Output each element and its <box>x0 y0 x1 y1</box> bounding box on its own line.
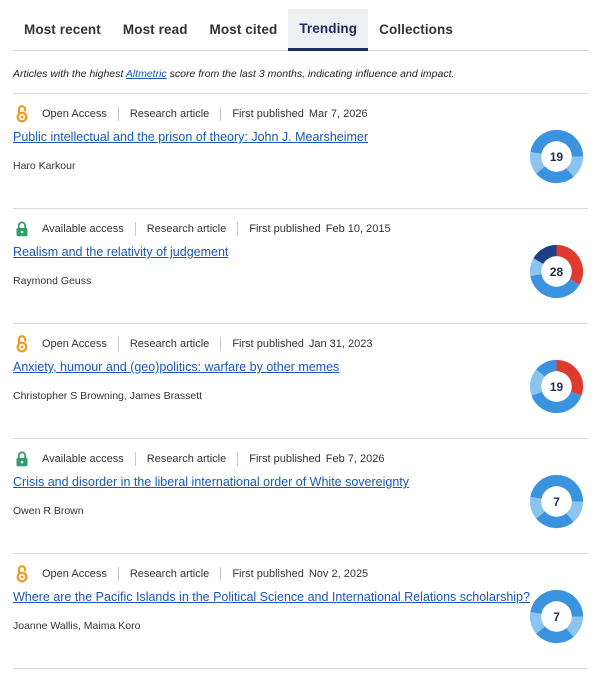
meta-divider <box>117 337 119 351</box>
meta-divider <box>220 337 222 351</box>
published-label: First published <box>232 108 304 120</box>
published-label: First published <box>249 453 321 465</box>
article-type: Research article <box>129 338 210 350</box>
article-meta: Open Access Research article First publish… <box>13 104 368 124</box>
article-type: Research article <box>129 108 210 120</box>
tab-most-recent[interactable]: Most recent <box>13 9 112 50</box>
description-suffix: score from the last 3 months, indicating… <box>166 68 455 80</box>
article-item: Available access Research article First pu… <box>13 209 588 324</box>
article-authors: Joanne Wallis, Maima Koro <box>13 620 141 632</box>
trending-description: Articles with the highest Altmetric scor… <box>13 68 454 80</box>
tab-trending[interactable]: Trending <box>288 9 369 51</box>
meta-divider <box>220 107 222 121</box>
altmetric-score: 19 <box>550 150 564 164</box>
altmetric-link[interactable]: Altmetric <box>126 68 167 80</box>
open-access-icon <box>13 335 31 353</box>
altmetric-score: 19 <box>550 380 564 394</box>
altmetric-donut-icon[interactable]: 19 <box>528 128 585 185</box>
altmetric-score: 28 <box>550 265 564 279</box>
article-authors: Haro Karkour <box>13 160 76 172</box>
published-date: Nov 2, 2025 <box>308 568 369 580</box>
article-authors: Raymond Geuss <box>13 275 92 287</box>
altmetric-donut-icon[interactable]: 7 <box>528 588 585 645</box>
article-item: Available access Research article First pu… <box>13 439 588 554</box>
published-date: Jan 31, 2023 <box>308 338 373 350</box>
description-prefix: Articles with the highest <box>13 68 126 80</box>
article-meta: Open Access Research article First publish… <box>13 334 372 354</box>
published-date: Feb 10, 2015 <box>325 223 391 235</box>
article-authors: Owen R Brown <box>13 505 84 517</box>
article-type: Research article <box>129 568 210 580</box>
published-label: First published <box>232 568 304 580</box>
open-access-icon <box>13 565 31 583</box>
altmetric-score: 7 <box>553 610 560 624</box>
access-label: Available access <box>42 223 124 235</box>
published-date: Feb 7, 2026 <box>325 453 385 465</box>
tab-most-cited[interactable]: Most cited <box>199 9 289 50</box>
published-label: First published <box>232 338 304 350</box>
article-title-link[interactable]: Public intellectual and the prison of th… <box>13 130 368 144</box>
meta-divider <box>117 567 119 581</box>
article-meta: Available access Research article First pu… <box>13 219 391 239</box>
article-title-link[interactable]: Where are the Pacific Islands in the Pol… <box>13 590 530 604</box>
access-label: Open Access <box>42 338 107 350</box>
lock-icon <box>13 450 31 468</box>
published-label: First published <box>249 223 321 235</box>
article-meta: Available access Research article First pu… <box>13 449 384 469</box>
access-label: Available access <box>42 453 124 465</box>
article-title-link[interactable]: Anxiety, humour and (geo)politics: warfa… <box>13 360 339 374</box>
altmetric-donut-icon[interactable]: 28 <box>528 243 585 300</box>
meta-divider <box>237 222 239 236</box>
meta-divider <box>237 452 239 466</box>
article-authors: Christopher S Browning, James Brassett <box>13 390 203 402</box>
article-item: Open Access Research article First publish… <box>13 94 588 209</box>
lock-icon <box>13 220 31 238</box>
altmetric-score: 7 <box>553 495 560 509</box>
altmetric-donut-icon[interactable]: 7 <box>528 473 585 530</box>
altmetric-donut-icon[interactable]: 19 <box>528 358 585 415</box>
article-item: Open Access Research article First publish… <box>13 554 588 669</box>
access-label: Open Access <box>42 568 107 580</box>
meta-divider <box>220 567 222 581</box>
access-label: Open Access <box>42 108 107 120</box>
published-date: Mar 7, 2026 <box>308 108 368 120</box>
article-title-link[interactable]: Realism and the relativity of judgement <box>13 245 228 259</box>
tab-collections[interactable]: Collections <box>368 9 464 50</box>
article-meta: Open Access Research article First publish… <box>13 564 368 584</box>
open-access-icon <box>13 105 31 123</box>
tab-bar: Most recent Most read Most cited Trendin… <box>13 9 588 51</box>
article-title-link[interactable]: Crisis and disorder in the liberal inter… <box>13 475 409 489</box>
article-item: Open Access Research article First publish… <box>13 324 588 439</box>
meta-divider <box>134 222 136 236</box>
article-type: Research article <box>146 223 227 235</box>
meta-divider <box>134 452 136 466</box>
article-type: Research article <box>146 453 227 465</box>
tab-most-read[interactable]: Most read <box>112 9 199 50</box>
meta-divider <box>117 107 119 121</box>
